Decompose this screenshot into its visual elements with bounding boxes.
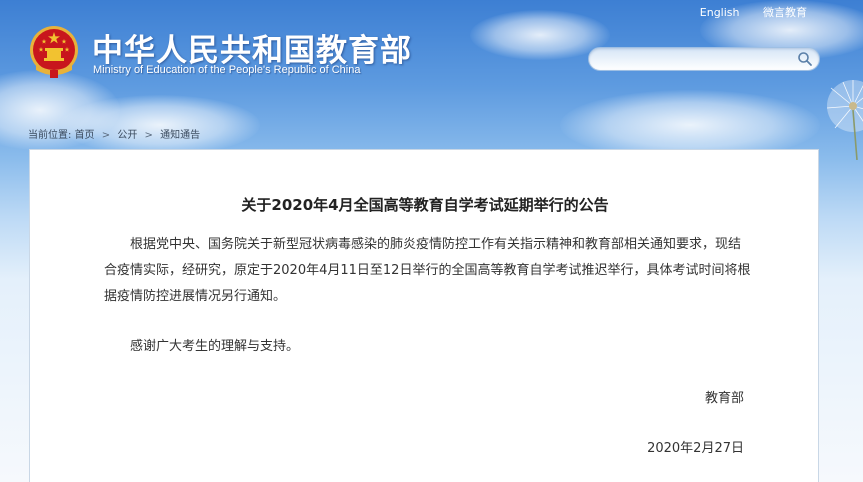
article-date: 2020年2月27日 [647, 441, 744, 456]
breadcrumb: 当前位置: 首页 > 公开 > 通知通告 [28, 126, 200, 141]
dandelion-decoration-icon [826, 80, 863, 160]
breadcrumb-item-home[interactable]: 首页 [75, 130, 95, 141]
cloud-decoration [60, 95, 260, 155]
national-emblem-icon [30, 26, 78, 78]
breadcrumb-prefix: 当前位置: [28, 130, 72, 141]
article-title: 关于2020年4月全国高等教育自学考试延期举行的公告 [241, 196, 609, 214]
search-icon[interactable] [797, 51, 813, 67]
breadcrumb-separator: > [101, 130, 111, 141]
article-body: 根据党中央、国务院关于新型冠状病毒感染的肺炎疫情防控工作有关指示精神和教育部相关… [104, 232, 752, 360]
content-panel: 关于2020年4月全国高等教育自学考试延期举行的公告 根据党中央、国务院关于新型… [29, 149, 819, 482]
breadcrumb-item-public[interactable]: 公开 [117, 130, 137, 141]
article-paragraph: 根据党中央、国务院关于新型冠状病毒感染的肺炎疫情防控工作有关指示精神和教育部相关… [104, 237, 751, 304]
breadcrumb-separator: > [144, 130, 153, 141]
search-input[interactable] [601, 50, 785, 69]
site-header: 中华人民共和国教育部 Ministry of Education of the … [0, 0, 863, 160]
breadcrumb-item-notices[interactable]: 通知通告 [160, 130, 200, 141]
site-subtitle: Ministry of Education of the People's Re… [93, 64, 361, 76]
article-paragraph: 感谢广大考生的理解与支持。 [130, 339, 300, 354]
top-links: English 微言教育 [680, 4, 807, 20]
search-box [588, 47, 820, 71]
article-signature: 教育部 [704, 391, 744, 406]
weiyan-jiaoyu-link[interactable]: 微言教育 [763, 4, 807, 20]
english-link[interactable]: English [700, 6, 740, 19]
